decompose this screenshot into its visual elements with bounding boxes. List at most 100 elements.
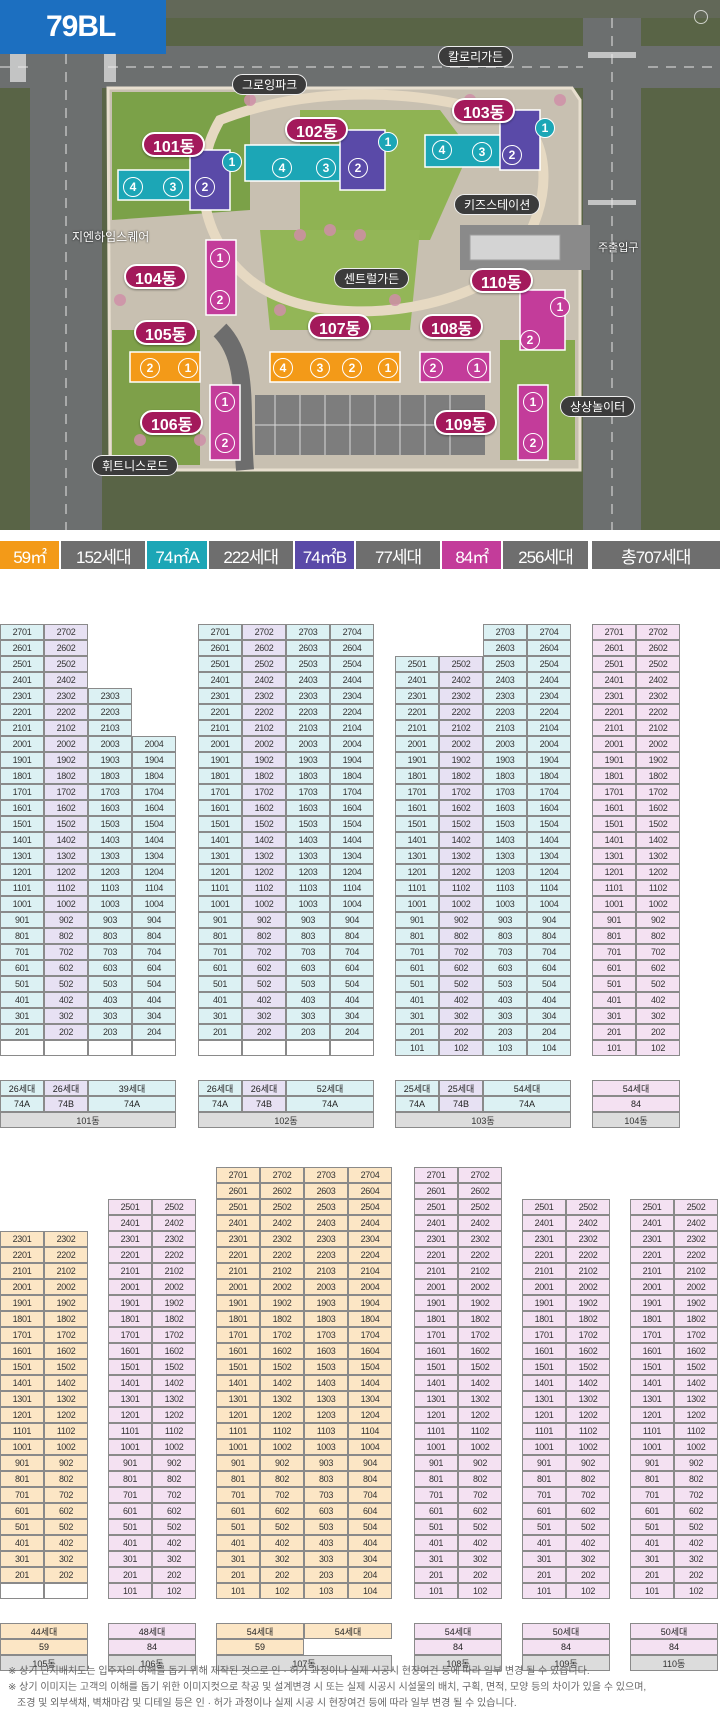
- unit-cell: 2102: [674, 1263, 718, 1279]
- dong-label-109: 109동: [434, 410, 498, 435]
- unit-cell: 1802: [44, 1311, 88, 1327]
- unit-cell: 602: [439, 960, 483, 976]
- unit-cell: 802: [674, 1471, 718, 1487]
- unit-cell: 102: [636, 1040, 680, 1056]
- unit-cell: 1401: [592, 832, 636, 848]
- unit-cell: 1403: [483, 832, 527, 848]
- unit-cell: 1501: [108, 1359, 152, 1375]
- unit-cell: 301: [216, 1551, 260, 1567]
- unit-cell: 901: [108, 1455, 152, 1471]
- unit-cell: 2702: [260, 1167, 304, 1183]
- unit-type: 84: [522, 1639, 610, 1655]
- unit-cell: 2301: [0, 688, 44, 704]
- unit-cell: 801: [630, 1471, 674, 1487]
- unit-cell: 1101: [522, 1423, 566, 1439]
- unit-cell: 1502: [674, 1359, 718, 1375]
- unit-cell: 402: [44, 992, 88, 1008]
- unit-cell: 2403: [304, 1215, 348, 1231]
- unit-cell: 1203: [304, 1407, 348, 1423]
- unit-cell: 1804: [348, 1311, 392, 1327]
- unit-cell: 1902: [260, 1295, 304, 1311]
- unit-cell: 1301: [395, 848, 439, 864]
- unit-marker: 1: [550, 297, 570, 317]
- unit-cell: 1801: [216, 1311, 260, 1327]
- unit-marker: 2: [520, 330, 540, 350]
- unit-cell: 2104: [330, 720, 374, 736]
- unit-cell: 2101: [592, 720, 636, 736]
- unit-cell: 1502: [152, 1359, 196, 1375]
- unit-cell: 1702: [260, 1327, 304, 1343]
- unit-cell: 2303: [304, 1231, 348, 1247]
- unit-cell: 1901: [216, 1295, 260, 1311]
- unit-cell: 302: [152, 1551, 196, 1567]
- unit-cell: 2501: [108, 1199, 152, 1215]
- unit-cell: 2301: [522, 1231, 566, 1247]
- unit-cell: 602: [636, 960, 680, 976]
- unit-cell: 201: [0, 1024, 44, 1040]
- unit-cell: 1201: [0, 864, 44, 880]
- unit-cell: 603: [286, 960, 330, 976]
- unit-type: 74B: [439, 1096, 483, 1112]
- unit-cell: 1203: [483, 864, 527, 880]
- unit-cell: 2604: [330, 640, 374, 656]
- unit-cell: 902: [439, 912, 483, 928]
- unit-type: 84: [630, 1639, 718, 1655]
- unit-cell: 1601: [108, 1343, 152, 1359]
- unit-cell: 704: [527, 944, 571, 960]
- pilotis-cell: [286, 1040, 330, 1056]
- unit-cell: 2501: [414, 1199, 458, 1215]
- unit-marker: 2: [210, 290, 230, 310]
- unit-cell: 1904: [527, 752, 571, 768]
- unit-cell: 1402: [44, 1375, 88, 1391]
- unit-cell: 1101: [414, 1423, 458, 1439]
- unit-cell: 1602: [242, 800, 286, 816]
- household-count: 26세대: [242, 1080, 286, 1096]
- unit-cell: 2504: [527, 656, 571, 672]
- unit-cell: 1803: [286, 768, 330, 784]
- unit-cell: 604: [330, 960, 374, 976]
- unit-cell: 2301: [216, 1231, 260, 1247]
- unit-cell: 2603: [304, 1183, 348, 1199]
- unit-cell: 202: [44, 1024, 88, 1040]
- unit-marker: 2: [215, 433, 235, 453]
- site-plan-map: 79BL 칼로리가든 그로잉파크 키즈스테이션 지엔하임스퀘어 센트럴가든 주출…: [0, 0, 720, 530]
- unit-cell: 1202: [260, 1407, 304, 1423]
- unit-cell: 2401: [198, 672, 242, 688]
- dong-label-107: 107동: [308, 314, 372, 339]
- unit-type: 74A: [483, 1096, 571, 1112]
- unit-cell: 701: [522, 1487, 566, 1503]
- unit-cell: 2101: [522, 1263, 566, 1279]
- unit-cell: 901: [522, 1455, 566, 1471]
- unit-cell: 1003: [88, 896, 132, 912]
- unit-cell: 602: [458, 1503, 502, 1519]
- unit-cell: 1302: [458, 1391, 502, 1407]
- unit-cell: 904: [348, 1455, 392, 1471]
- unit-cell: 2701: [198, 624, 242, 640]
- unit-cell: 1304: [132, 848, 176, 864]
- unit-marker: 4: [272, 158, 292, 178]
- unit-cell: 2402: [242, 672, 286, 688]
- unit-cell: 603: [483, 960, 527, 976]
- unit-cell: 803: [286, 928, 330, 944]
- unit-cell: 1701: [0, 1327, 44, 1343]
- unit-marker: 1: [378, 132, 398, 152]
- unit-cell: 401: [108, 1535, 152, 1551]
- unit-marker: 1: [378, 358, 398, 378]
- unit-cell: 201: [108, 1567, 152, 1583]
- unit-cell: 401: [592, 992, 636, 1008]
- unit-cell: 2601: [216, 1183, 260, 1199]
- unit-cell: 1802: [566, 1311, 610, 1327]
- place-calorie-garden: 칼로리가든: [438, 46, 514, 67]
- unit-cell: 902: [636, 912, 680, 928]
- unit-cell: 703: [304, 1487, 348, 1503]
- unit-cell: 604: [527, 960, 571, 976]
- unit-cell: 2202: [44, 1247, 88, 1263]
- unit-cell: 902: [458, 1455, 502, 1471]
- unit-cell: 2101: [0, 1263, 44, 1279]
- unit-cell: 904: [330, 912, 374, 928]
- unit-cell: 101: [630, 1583, 674, 1599]
- unit-cell: 1002: [636, 896, 680, 912]
- unit-cell: 2703: [304, 1167, 348, 1183]
- unit-cell: 1401: [522, 1375, 566, 1391]
- unit-cell: 1604: [348, 1343, 392, 1359]
